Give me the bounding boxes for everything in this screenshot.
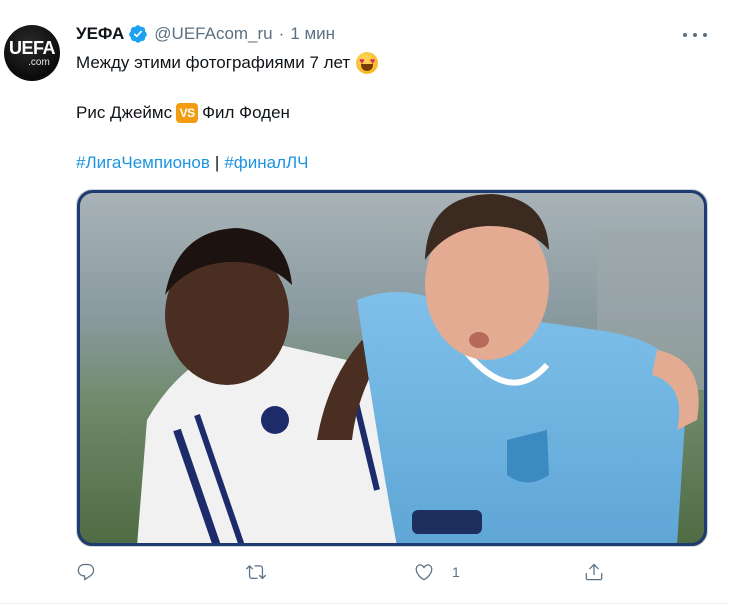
tweet-photo[interactable] [76,189,708,547]
hashtag-separator: | [214,153,220,172]
avatar[interactable]: UEFA .com [4,25,60,81]
tweet-timestamp[interactable]: 1 мин [290,24,335,44]
share-icon [585,563,603,581]
tweet-text: Между этими фотографиями 7 лет [76,53,351,72]
player-two-name: Фил Фоден [202,103,290,122]
share-button[interactable] [584,562,604,582]
retweet-icon [246,565,266,580]
tweet-card[interactable]: UEFA .com УЕФА @UEFAcom_ru · 1 мин Между… [0,0,729,604]
verified-badge-icon [129,25,148,43]
author-handle[interactable]: @UEFAcom_ru [154,24,272,44]
reply-icon [77,563,95,581]
football-players-photo [77,190,707,546]
tweet-actions-bar: 1 [76,562,636,586]
like-count: 1 [452,564,460,580]
tweet-header: УЕФА @UEFAcom_ru · 1 мин [76,22,335,46]
player-one-name: Рис Джеймс [76,103,173,122]
like-button[interactable]: 1 [414,562,460,582]
tweet-text-line-2: Рис Джеймс VS Фил Фоден [76,102,290,124]
retweet-button[interactable] [246,562,266,582]
reply-button[interactable] [76,562,96,582]
avatar-logo-subtext: .com [28,56,50,68]
author-name[interactable]: УЕФА [76,24,124,44]
more-horizontal-icon[interactable] [683,26,707,44]
header-separator: · [278,24,285,43]
vs-emoji-icon: VS [176,103,199,123]
hashtag-link-1[interactable]: #ЛигаЧемпионов [76,153,210,172]
avatar-logo-text: UEFA [8,37,56,58]
tweet-hashtags: #ЛигаЧемпионов | #финалЛЧ [76,152,309,174]
hashtag-link-2[interactable]: #финалЛЧ [224,153,308,172]
tweet-text-line-1: Между этими фотографиями 7 лет ♥ ♥ [76,52,379,74]
heart-icon [415,564,433,581]
heart-eyes-emoji-icon: ♥ ♥ [356,52,379,74]
